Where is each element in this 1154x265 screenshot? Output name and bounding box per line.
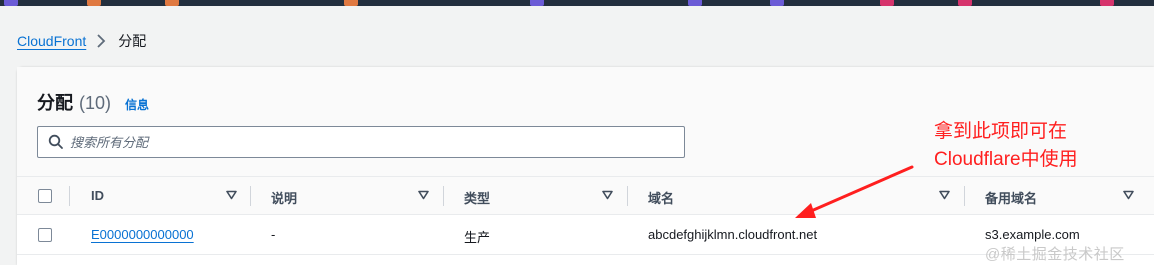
service-shortcut-icon[interactable] (530, 0, 544, 6)
annotation-line: Cloudflare中使用 (934, 149, 1078, 170)
column-header-type[interactable]: 类型 (464, 188, 490, 207)
distribution-count: (10) (79, 93, 112, 113)
sort-down-icon[interactable] (418, 190, 429, 200)
select-all-checkbox[interactable] (38, 189, 52, 203)
description-cell: - (271, 227, 276, 242)
annotation-line: 拿到此项即可在 (934, 121, 1068, 142)
table-header-row: ID 说明 类型 域名 备用域名 (17, 177, 1154, 215)
row-checkbox[interactable] (38, 228, 52, 242)
column-divider[interactable] (443, 186, 444, 206)
search-input[interactable] (70, 131, 670, 153)
distribution-id-link[interactable]: E0000000000000 (91, 227, 194, 242)
sort-down-icon[interactable] (226, 190, 237, 200)
service-shortcut-icon[interactable] (1100, 0, 1114, 6)
title-row: 分配 (10) 信息 (37, 89, 149, 115)
service-shortcut-icon[interactable] (4, 0, 18, 6)
watermark: @稀土掘金技术社区 (985, 246, 1125, 263)
sort-down-icon[interactable] (939, 190, 950, 200)
column-divider[interactable] (627, 186, 628, 206)
service-shortcut-icon[interactable] (770, 0, 784, 6)
service-shortcut-icon[interactable] (165, 0, 179, 6)
service-shortcut-icon[interactable] (87, 0, 101, 6)
breadcrumb-current: 分配 (118, 33, 147, 49)
column-header-alt-domain[interactable]: 备用域名 (985, 188, 1037, 207)
search-box[interactable] (37, 126, 685, 158)
column-header-domain[interactable]: 域名 (648, 188, 674, 207)
service-shortcut-icon[interactable] (688, 0, 702, 6)
type-cell: 生产 (464, 230, 491, 245)
column-divider[interactable] (69, 186, 70, 206)
sort-down-icon[interactable] (602, 190, 613, 200)
breadcrumb-cloudfront-link[interactable]: CloudFront (17, 33, 86, 49)
column-divider[interactable] (964, 186, 965, 206)
favorites-bar (0, 0, 1154, 6)
column-header-id[interactable]: ID (91, 188, 104, 203)
breadcrumb: CloudFront 分配 (17, 31, 146, 51)
page-title: 分配 (37, 93, 73, 113)
service-shortcut-icon[interactable] (880, 0, 894, 6)
annotation-text: 拿到此项即可在 Cloudflare中使用 (934, 118, 1134, 174)
column-header-description[interactable]: 说明 (271, 188, 297, 207)
service-shortcut-icon[interactable] (958, 0, 972, 6)
search-icon (48, 134, 63, 149)
service-shortcut-icon[interactable] (344, 0, 358, 6)
chevron-right-icon (97, 34, 106, 48)
alt-domain-cell: s3.example.com (985, 227, 1080, 242)
table-row[interactable]: E0000000000000 - 生产 abcdefghijklmn.cloud… (17, 215, 1154, 255)
annotation-arrow-icon (795, 165, 914, 218)
sort-down-icon[interactable] (1123, 190, 1134, 200)
column-divider[interactable] (250, 186, 251, 206)
info-link[interactable]: 信息 (125, 96, 149, 113)
